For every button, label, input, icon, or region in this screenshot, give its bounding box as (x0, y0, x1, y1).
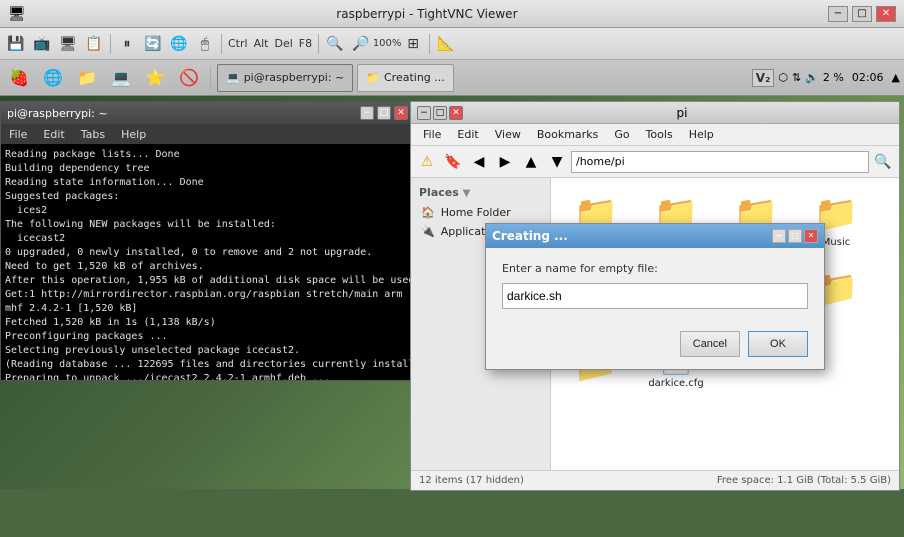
volume-icon[interactable]: 🔊 (805, 71, 819, 84)
toolbar-network[interactable]: 🌐 (167, 32, 191, 56)
toolbar-separator-3 (318, 34, 319, 54)
window-title: raspberrypi - TightVNC Viewer (26, 7, 828, 21)
taskbar-creating-task[interactable]: 📁 Creating ... (357, 64, 453, 92)
terminal-content[interactable]: Reading package lists... Done Building d… (1, 144, 414, 380)
toolbar-f8-key[interactable]: F8 (297, 37, 314, 50)
toolbar-del-key[interactable]: Del (272, 37, 294, 50)
dialog-min-btn[interactable]: − (772, 229, 786, 243)
toolbar-save[interactable]: 💾 (4, 32, 28, 56)
terminal-line: Suggested packages: (5, 190, 410, 204)
desktop: 🗑 pi@raspberrypi: ~ − □ ✕ File Edit Tabs… (0, 96, 904, 489)
clock: 02:06 (848, 71, 888, 84)
taskbar-separator (210, 66, 211, 90)
terminal-line: mhf 2.4.2-1 [1,520 kB] (5, 302, 410, 316)
maximize-button[interactable]: □ (852, 6, 872, 22)
systray-arrow[interactable]: ▲ (892, 71, 900, 84)
close-button[interactable]: ✕ (876, 6, 896, 22)
toolbar-mouse[interactable]: 🖱 (193, 32, 217, 56)
dialog-filename-input[interactable] (502, 283, 808, 309)
toolbar-screen[interactable]: 📺 (30, 32, 54, 56)
terminal-menu-edit[interactable]: Edit (39, 128, 68, 141)
creating-dialog: Creating ... − □ ✕ Enter a name for empt… (485, 223, 825, 370)
dialog-cancel-button[interactable]: Cancel (680, 331, 740, 357)
dialog-ok-button[interactable]: OK (748, 331, 808, 357)
taskbar-browser-icon[interactable]: 🌐 (38, 63, 68, 93)
terminal-max-btn[interactable]: □ (377, 106, 391, 120)
window-controls: − □ ✕ (828, 6, 896, 22)
terminal-line: The following NEW packages will be insta… (5, 218, 410, 232)
terminal-line: 0 upgraded, 0 newly installed, 0 to remo… (5, 246, 410, 260)
taskbar: 🍓 🌐 📁 💻 ⭐ 🚫 💻 pi@raspberrypi: ~ 📁 Creati… (0, 60, 904, 96)
toolbar-display[interactable]: 🖥 (56, 32, 80, 56)
terminal-line: ices2 (5, 204, 410, 218)
terminal-menu-file[interactable]: File (5, 128, 31, 141)
taskbar-starred-icon[interactable]: ⭐ (140, 63, 170, 93)
terminal-line: icecast2 (5, 232, 410, 246)
taskbar-terminal-task[interactable]: 💻 pi@raspberrypi: ~ (217, 64, 353, 92)
taskbar-creating-task-icon: 📁 (366, 71, 380, 84)
toolbar-clipboard[interactable]: 📋 (82, 32, 106, 56)
taskbar-creating-task-label: Creating ... (384, 71, 445, 84)
dialog-overlay: Creating ... − □ ✕ Enter a name for empt… (411, 102, 899, 490)
terminal-close-btn[interactable]: ✕ (394, 106, 408, 120)
terminal-menu: File Edit Tabs Help (1, 124, 414, 144)
taskbar-block-icon[interactable]: 🚫 (174, 63, 204, 93)
terminal-line: Building dependency tree (5, 162, 410, 176)
dialog-max-btn[interactable]: □ (788, 229, 802, 243)
terminal-line: Fetched 1,520 kB in 1s (1,138 kB/s) (5, 316, 410, 330)
terminal-line: Get:1 http://mirrordirector.raspbian.org… (5, 288, 410, 302)
toolbar-zoom-out[interactable]: 🔍 (323, 32, 347, 56)
toolbar-alt-key[interactable]: Alt (252, 37, 271, 50)
taskbar-raspberry-icon[interactable]: 🍓 (4, 63, 34, 93)
toolbar-separator-2 (221, 34, 222, 54)
toolbar-zoom-in[interactable]: 🔎 (349, 32, 373, 56)
network-arrows-icon[interactable]: ⇅ (792, 71, 801, 84)
toolbar-refresh[interactable]: 🔄 (141, 32, 165, 56)
minimize-button[interactable]: − (828, 6, 848, 22)
toolbar-separator-4 (429, 34, 430, 54)
title-app-icon: 🖥 (8, 6, 26, 22)
toolbar-zoom-100[interactable]: 100% (375, 32, 399, 56)
toolbar-zoom-fit[interactable]: ⊞ (401, 32, 425, 56)
dialog-title: Creating ... (492, 229, 770, 243)
vnc-systray-icon[interactable]: V₂ (752, 69, 775, 87)
terminal-title: pi@raspberrypi: ~ (7, 107, 108, 120)
dialog-label: Enter a name for empty file: (502, 262, 808, 275)
terminal-window: pi@raspberrypi: ~ − □ ✕ File Edit Tabs H… (0, 101, 415, 381)
terminal-line: Preparing to unpack .../icecast2_2.4.2-1… (5, 372, 410, 380)
dialog-titlebar: Creating ... − □ ✕ (486, 224, 824, 248)
toolbar-pause[interactable]: ⏸ (115, 32, 139, 56)
terminal-menu-tabs[interactable]: Tabs (77, 128, 109, 141)
battery-indicator: 2 % (823, 71, 844, 84)
systray: V₂ ⬡ ⇅ 🔊 2 % 02:06 ▲ (752, 69, 900, 87)
file-manager-window: − □ ✕ pi File Edit View Bookmarks Go Too… (410, 101, 900, 491)
taskbar-terminal-task-icon: 💻 (226, 71, 240, 84)
terminal-line: Preconfiguring packages ... (5, 330, 410, 344)
dialog-close-btn[interactable]: ✕ (804, 229, 818, 243)
taskbar-terminal-task-label: pi@raspberrypi: ~ (244, 71, 345, 84)
terminal-line: Reading package lists... Done (5, 148, 410, 162)
toolbar-options[interactable]: 📐 (434, 32, 458, 56)
terminal-menu-help[interactable]: Help (117, 128, 150, 141)
bluetooth-icon[interactable]: ⬡ (778, 71, 788, 84)
terminal-line: Selecting previously unselected package … (5, 344, 410, 358)
toolbar-separator-1 (110, 34, 111, 54)
taskbar-terminal-icon[interactable]: 💻 (106, 63, 136, 93)
vnc-toolbar: 💾 📺 🖥 📋 ⏸ 🔄 🌐 🖱 Ctrl Alt Del F8 🔍 🔎 100%… (0, 28, 904, 60)
terminal-line: (Reading database ... 122695 files and d… (5, 358, 410, 372)
titlebar: 🖥 raspberrypi - TightVNC Viewer − □ ✕ (0, 0, 904, 28)
dialog-buttons: Cancel OK (486, 323, 824, 369)
dialog-body: Enter a name for empty file: (486, 248, 824, 323)
terminal-line: Need to get 1,520 kB of archives. (5, 260, 410, 274)
taskbar-files-icon[interactable]: 📁 (72, 63, 102, 93)
terminal-titlebar: pi@raspberrypi: ~ − □ ✕ (1, 102, 414, 124)
terminal-line: After this operation, 1,955 kB of additi… (5, 274, 410, 288)
toolbar-ctrl-key[interactable]: Ctrl (226, 37, 250, 50)
terminal-line: Reading state information... Done (5, 176, 410, 190)
terminal-min-btn[interactable]: − (360, 106, 374, 120)
